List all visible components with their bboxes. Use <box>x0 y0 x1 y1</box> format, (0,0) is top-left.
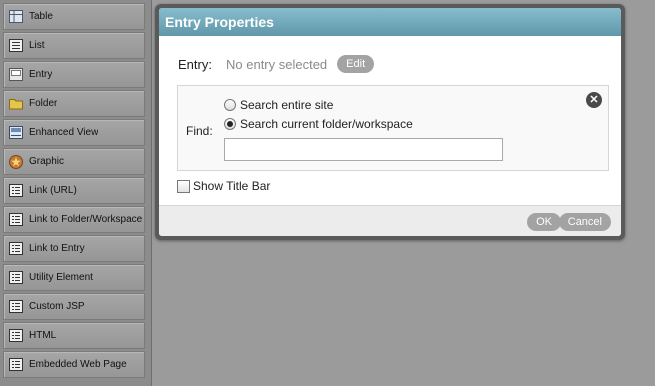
palette-item-label: HTML <box>29 330 57 341</box>
link-entry-icon <box>9 242 23 255</box>
radio-button[interactable] <box>224 99 236 111</box>
radio-search-entire-site[interactable]: Search entire site <box>224 98 333 112</box>
palette-item-label: Enhanced View <box>29 127 99 138</box>
palette-item-custom-jsp[interactable]: Custom JSP <box>3 293 145 320</box>
entry-properties-dialog: Entry Properties Entry: No entry selecte… <box>155 4 625 240</box>
palette-item-label: Link (URL) <box>29 185 77 196</box>
palette-item-label: Link to Entry <box>29 243 85 254</box>
find-label: Find: <box>186 124 213 138</box>
show-title-bar-row[interactable]: Show Title Bar <box>177 179 270 193</box>
palette-panel: Table List Entry Folder Enhanced View Graphic… <box>0 0 152 386</box>
radio-search-current-folder[interactable]: Search current folder/workspace <box>224 117 413 131</box>
close-icon[interactable]: ✕ <box>586 92 602 108</box>
cancel-button[interactable]: Cancel <box>558 213 611 231</box>
palette-item-folder[interactable]: Folder <box>3 90 145 117</box>
show-title-bar-checkbox[interactable] <box>177 179 190 193</box>
list-icon <box>9 39 23 52</box>
custom-jsp-icon <box>9 300 23 313</box>
palette-item-label: Custom JSP <box>29 301 85 312</box>
link-folder-icon <box>9 213 23 226</box>
palette-item-label: List <box>29 40 45 51</box>
dialog-footer: OK Cancel <box>159 205 621 236</box>
palette-item-list[interactable]: List <box>3 32 145 59</box>
entry-label: Entry: <box>178 56 212 72</box>
palette-item-table[interactable]: Table <box>3 3 145 30</box>
show-title-bar-label: Show Title Bar <box>193 179 271 193</box>
palette-item-utility-element[interactable]: Utility Element <box>3 264 145 291</box>
entry-value: No entry selected <box>226 56 328 72</box>
edit-button[interactable]: Edit <box>337 55 375 73</box>
enhanced-view-icon <box>9 126 23 139</box>
folder-icon <box>9 97 23 110</box>
radio-label: Search entire site <box>240 98 334 112</box>
palette-item-label: Table <box>29 11 53 22</box>
palette-item-html[interactable]: HTML <box>3 322 145 349</box>
palette-item-enhanced-view[interactable]: Enhanced View <box>3 119 145 146</box>
html-icon <box>9 329 23 342</box>
palette-item-label: Graphic <box>29 156 65 167</box>
link-url-icon <box>9 184 23 197</box>
ok-button[interactable]: OK <box>527 213 561 231</box>
table-icon <box>9 10 23 23</box>
graphic-icon <box>9 154 23 169</box>
palette-item-entry[interactable]: Entry <box>3 61 145 88</box>
palette-item-label: Utility Element <box>29 272 93 283</box>
palette-item-label: Folder <box>29 98 58 109</box>
palette-item-label: Embedded Web Page <box>29 359 127 370</box>
palette-item-link-to-entry[interactable]: Link to Entry <box>3 235 145 262</box>
palette-item-link-url[interactable]: Link (URL) <box>3 177 145 204</box>
palette-item-label: Entry <box>29 69 53 80</box>
palette-item-link-to-folder-workspace[interactable]: Link to Folder/Workspace <box>3 206 145 233</box>
search-input[interactable] <box>224 138 503 161</box>
find-section: Find: Search entire site Search current … <box>177 85 609 171</box>
entry-icon <box>9 68 23 81</box>
entry-row: Entry: No entry selected Edit <box>178 55 375 73</box>
radio-label: Search current folder/workspace <box>240 117 413 131</box>
embedded-web-page-icon <box>9 358 23 371</box>
palette-item-label: Link to Folder/Workspace <box>29 214 143 225</box>
dialog-title[interactable]: Entry Properties <box>159 8 621 36</box>
utility-element-icon <box>9 271 23 284</box>
palette-item-graphic[interactable]: Graphic <box>3 148 145 175</box>
radio-button[interactable] <box>224 118 236 130</box>
dialog-body: Entry Properties Entry: No entry selecte… <box>159 8 621 236</box>
palette-item-embedded-web-page[interactable]: Embedded Web Page <box>3 351 145 378</box>
